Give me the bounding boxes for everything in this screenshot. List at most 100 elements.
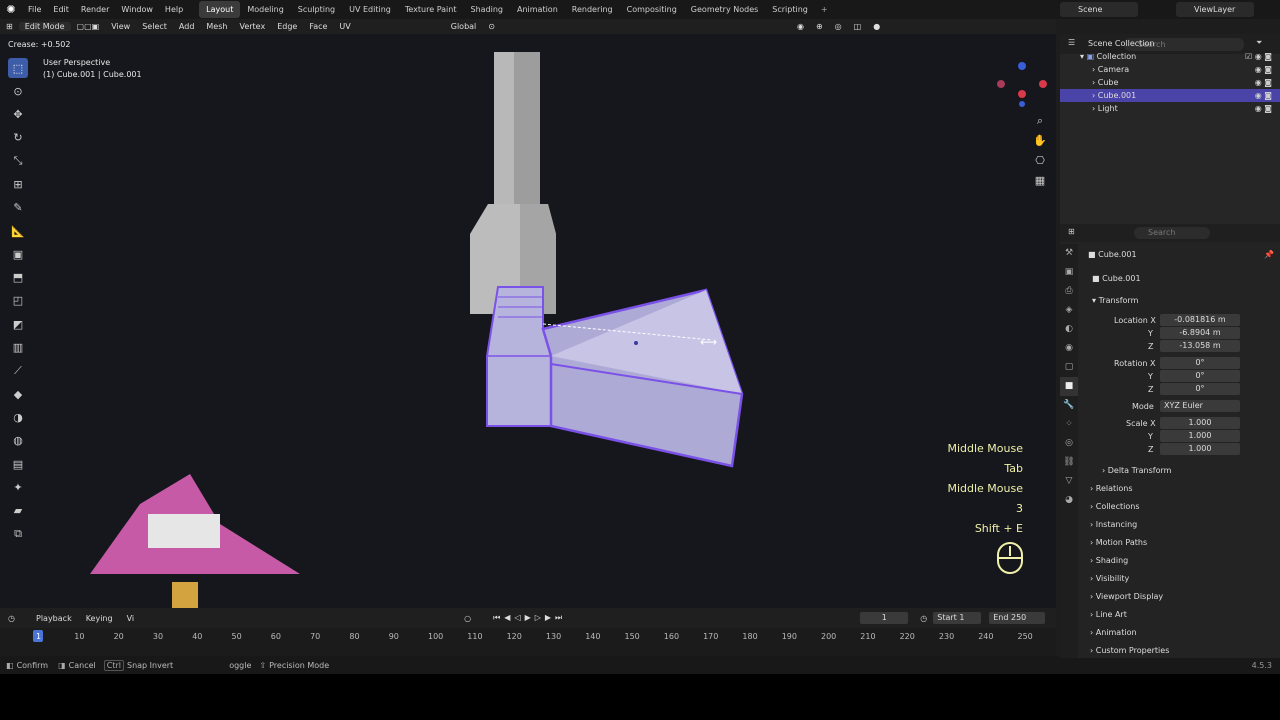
tool-tab-icon[interactable]: ⚒ — [1060, 244, 1078, 263]
menu-view[interactable]: View — [105, 22, 136, 31]
rotation-mode-select[interactable]: XYZ Euler — [1160, 400, 1240, 412]
panel-custom-properties[interactable]: › Custom Properties — [1090, 646, 1169, 655]
outliner-item-cube[interactable]: › Cube ◉ ◙ — [1060, 76, 1280, 89]
workspace-tab-shading[interactable]: Shading — [463, 1, 510, 18]
start-frame-field[interactable]: Start 1 — [933, 612, 982, 624]
panel-viewport-display[interactable]: › Viewport Display — [1090, 592, 1163, 601]
camera-view-icon[interactable]: ⎔ — [1032, 154, 1048, 170]
workspace-tab-sculpting[interactable]: Sculpting — [291, 1, 342, 18]
autokey-icon[interactable]: ○ — [464, 614, 471, 623]
gizmo-neg-x[interactable] — [997, 80, 1005, 88]
keying-menu[interactable]: Keying — [86, 614, 113, 623]
collection-tab-icon[interactable]: ▢ — [1060, 358, 1078, 377]
panel-delta-transform[interactable]: › Delta Transform — [1102, 466, 1171, 475]
constraints-tab-icon[interactable]: ⛓ — [1060, 453, 1078, 472]
scene-collection-row[interactable]: Scene Collection — [1060, 37, 1280, 50]
timeline-editor-icon[interactable]: ◷ — [8, 614, 22, 623]
menu-window[interactable]: Window — [115, 0, 159, 19]
physics-tab-icon[interactable]: ◎ — [1060, 434, 1078, 453]
data-tab-icon[interactable]: ▽ — [1060, 472, 1078, 491]
properties-editor-icon[interactable]: ⊞ — [1068, 227, 1075, 236]
menu-add[interactable]: Add — [173, 22, 201, 31]
select-mode-icons[interactable]: ▢▢▣ — [71, 22, 106, 31]
material-tab-icon[interactable]: ◕ — [1060, 491, 1078, 510]
transform-panel-header[interactable]: ▾ Transform — [1078, 294, 1280, 307]
orientation-selector[interactable]: Global — [445, 22, 483, 31]
snapping-icon[interactable]: ⊙ — [482, 22, 501, 31]
scale-y-field[interactable]: 1.000 — [1160, 430, 1240, 442]
menu-select[interactable]: Select — [136, 22, 173, 31]
object-tab-icon[interactable]: ■ — [1060, 377, 1078, 396]
visibility-eye-icon[interactable]: ◉ ◙ — [1255, 89, 1272, 102]
panel-instancing[interactable]: › Instancing — [1090, 520, 1137, 529]
panel-visibility[interactable]: › Visibility — [1090, 574, 1129, 583]
modifier-tab-icon[interactable]: 🔧 — [1060, 396, 1078, 415]
render-tab-icon[interactable]: ▣ — [1060, 263, 1078, 282]
menu-face[interactable]: Face — [303, 22, 333, 31]
scale-x-field[interactable]: 1.000 — [1160, 417, 1240, 429]
timeline-ruler[interactable]: 1 10 20 30 40 50 60 70 80 90 100 110 120 130 140 150 160… — [0, 628, 1056, 656]
properties-search[interactable]: Search — [1134, 227, 1210, 239]
gizmo-x[interactable] — [1039, 80, 1047, 88]
panel-relations[interactable]: › Relations — [1090, 484, 1132, 493]
editor-type-icon[interactable]: ⊞ — [0, 22, 19, 31]
workspace-tab-geometry-nodes[interactable]: Geometry Nodes — [684, 1, 765, 18]
object-name-field[interactable]: ■ Cube.001 — [1078, 272, 1280, 285]
workspace-tab-modeling[interactable]: Modeling — [240, 1, 290, 18]
blender-logo-icon[interactable]: ✺ — [0, 3, 22, 16]
workspace-tab-scripting[interactable]: Scripting — [765, 1, 815, 18]
menu-vertex[interactable]: Vertex — [233, 22, 271, 31]
collection-row[interactable]: ▾ ▣ Collection ☑ ◉ ◙ — [1060, 50, 1280, 63]
workspace-tab-rendering[interactable]: Rendering — [565, 1, 620, 18]
add-workspace-icon[interactable]: + — [821, 5, 828, 14]
location-z-field[interactable]: -13.058 m — [1160, 340, 1240, 352]
scene-tab-icon[interactable]: ◐ — [1060, 320, 1078, 339]
gizmo-toggle-icon[interactable]: ⊕ — [810, 22, 829, 31]
menu-render[interactable]: Render — [75, 0, 115, 19]
pan-hand-icon[interactable]: ✋ — [1032, 134, 1048, 150]
playback-menu[interactable]: Playback — [36, 614, 72, 623]
playback-controls[interactable]: ⏮◀◁▶▷▶⏭ — [493, 613, 566, 623]
panel-line-art[interactable]: › Line Art — [1090, 610, 1127, 619]
gizmo-z[interactable] — [1018, 62, 1026, 70]
world-tab-icon[interactable]: ◉ — [1060, 339, 1078, 358]
particles-tab-icon[interactable]: ⁘ — [1060, 415, 1078, 434]
outliner-item-cube-001[interactable]: › Cube.001 ◉ ◙ — [1060, 89, 1280, 102]
outliner-item-light[interactable]: › Light ◉ ◙ — [1060, 102, 1280, 115]
view-layer-tab-icon[interactable]: ◈ — [1060, 301, 1078, 320]
zoom-icon[interactable]: ⌕ — [1032, 114, 1048, 130]
shading-solid-icon[interactable]: ● — [867, 22, 886, 31]
location-y-field[interactable]: -6.8904 m — [1160, 327, 1240, 339]
panel-animation[interactable]: › Animation — [1090, 628, 1137, 637]
visibility-eye-icon[interactable]: ◉ ◙ — [1255, 63, 1272, 76]
workspace-tab-uv-editing[interactable]: UV Editing — [342, 1, 398, 18]
rotation-z-field[interactable]: 0° — [1160, 383, 1240, 395]
visibility-eye-icon[interactable]: ◉ ◙ — [1255, 76, 1272, 89]
panel-motion-paths[interactable]: › Motion Paths — [1090, 538, 1147, 547]
visibility-icon[interactable]: ◉ — [791, 22, 810, 31]
end-frame-field[interactable]: End 250 — [989, 612, 1046, 624]
visibility-eye-icon[interactable]: ◉ ◙ — [1255, 102, 1272, 115]
menu-edit[interactable]: Edit — [47, 0, 75, 19]
scene-selector[interactable]: Scene — [1060, 2, 1138, 17]
ortho-grid-icon[interactable]: ▦ — [1032, 174, 1048, 190]
mode-selector[interactable]: Edit Mode — [18, 22, 71, 31]
workspace-tab-texture-paint[interactable]: Texture Paint — [398, 1, 464, 18]
menu-help[interactable]: Help — [159, 0, 189, 19]
current-frame-field[interactable]: 1 — [860, 612, 909, 624]
menu-file[interactable]: File — [22, 0, 47, 19]
overlay-icon[interactable]: ◎ — [829, 22, 848, 31]
panel-collections[interactable]: › Collections — [1090, 502, 1139, 511]
rotation-x-field[interactable]: 0° — [1160, 357, 1240, 369]
3d-viewport[interactable]: Crease: +0.502 User Perspective (1) Cube… — [0, 34, 1056, 608]
gizmo-center[interactable] — [1018, 90, 1026, 98]
workspace-tab-compositing[interactable]: Compositing — [620, 1, 684, 18]
xray-icon[interactable]: ◫ — [848, 22, 868, 31]
outliner-item-camera[interactable]: › Camera ◉ ◙ — [1060, 63, 1280, 76]
rotation-y-field[interactable]: 0° — [1160, 370, 1240, 382]
menu-uv[interactable]: UV — [333, 22, 356, 31]
workspace-tab-layout[interactable]: Layout — [199, 1, 241, 18]
timeline-view-menu[interactable]: Vi — [127, 614, 135, 623]
menu-edge[interactable]: Edge — [271, 22, 303, 31]
workspace-tab-animation[interactable]: Animation — [510, 1, 565, 18]
